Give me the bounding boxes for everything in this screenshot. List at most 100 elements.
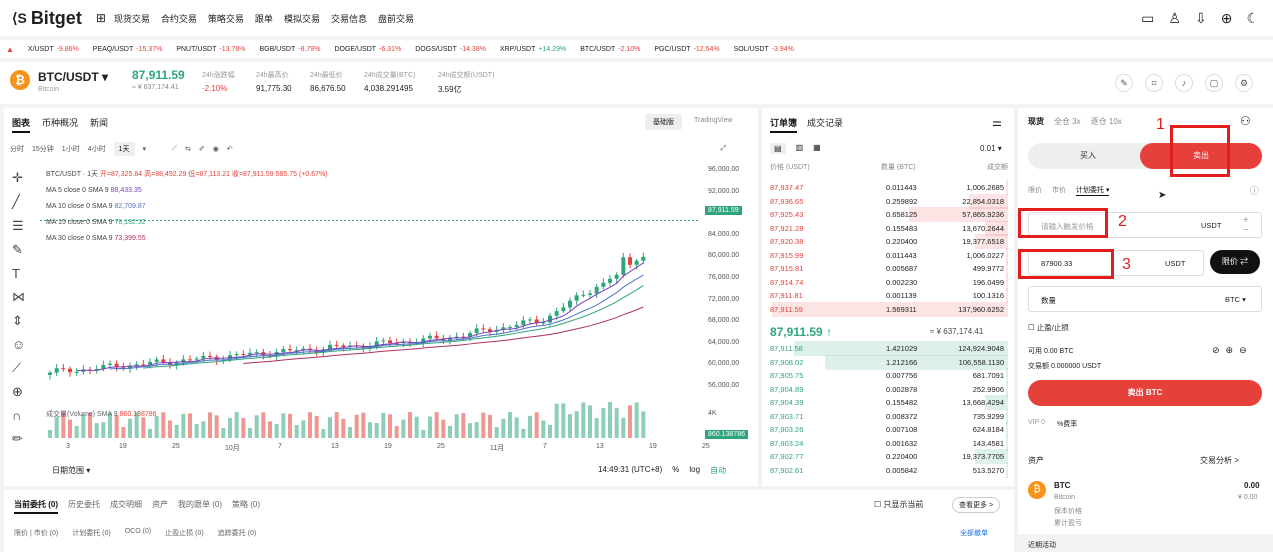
trendline-icon[interactable]: ╱: [12, 194, 25, 210]
ticker-item[interactable]: PNUT/USDT -13.78%: [176, 46, 245, 53]
bid-row[interactable]: 87,902.61 0.005842 513.5270: [768, 462, 1008, 478]
compare-icon[interactable]: ⇆: [185, 145, 191, 153]
ticker-item[interactable]: DOGS/USDT -14.38%: [415, 46, 486, 53]
wallet-icon[interactable]: ▭: [1141, 10, 1154, 27]
precision-select[interactable]: 0.01 ▾: [980, 144, 1002, 153]
log-toggle[interactable]: log: [689, 465, 700, 476]
tpsl-checkbox[interactable]: ☐ 止盈/止损: [1028, 322, 1069, 333]
zoom-icon[interactable]: ⊕: [12, 384, 25, 400]
screen-icon[interactable]: ▢: [1205, 74, 1223, 92]
sub-limit-market[interactable]: 限价 | 市价 (0): [14, 528, 58, 538]
tf-1d[interactable]: 1天: [113, 142, 135, 156]
ticker-item[interactable]: SOL/USDT -3.94%: [734, 46, 794, 53]
sub-trailing[interactable]: 追踪委托 (0): [218, 528, 257, 538]
download-icon[interactable]: ⇩: [1195, 10, 1207, 27]
ob-bids-icon[interactable]: ▥: [796, 143, 804, 154]
transfer-icon[interactable]: ⊘: [1212, 345, 1220, 356]
ticker-item[interactable]: XRP/USDT +14.29%: [500, 46, 566, 53]
nav-spot[interactable]: 现货交易: [114, 12, 150, 25]
globe-icon[interactable]: ⊕: [1221, 10, 1233, 27]
note-icon[interactable]: ✎: [1115, 74, 1133, 92]
ticker-item[interactable]: PGC/USDT -12.54%: [654, 46, 719, 53]
layout-icon[interactable]: ⌗: [1145, 74, 1163, 92]
limit-switch-button[interactable]: 限价 ⇄: [1210, 250, 1260, 274]
view-more-button[interactable]: 查看更多 >: [952, 497, 1001, 513]
nav-demo[interactable]: 模拟交易: [284, 12, 320, 25]
sub-tpsl[interactable]: 止盈止损 (0): [165, 528, 204, 538]
cancel-all-button[interactable]: 全部撤单: [960, 528, 988, 538]
tab-orderbook[interactable]: 订单簿: [770, 116, 798, 133]
fee-link[interactable]: %费率: [1057, 419, 1077, 429]
buy-tab[interactable]: 买入: [1028, 143, 1148, 169]
order-limit[interactable]: 限价: [1028, 185, 1042, 196]
pattern-icon[interactable]: ⋈: [12, 289, 25, 305]
tab-isolated[interactable]: 逐仓 10x: [1091, 116, 1122, 127]
nav-info[interactable]: 交易信息: [331, 12, 367, 25]
user-icon[interactable]: ♙: [1168, 10, 1181, 27]
order-plan[interactable]: 计划委托 ▾: [1076, 185, 1110, 196]
sub-plan[interactable]: 计划委托 (0): [72, 528, 111, 538]
tab-strategy[interactable]: 策略 (0): [232, 499, 260, 514]
quantity-field[interactable]: 数量 BTC ▾: [1028, 286, 1262, 312]
tab-copy[interactable]: 我的跟单 (0): [178, 499, 222, 514]
show-current-checkbox[interactable]: ☐ 只显示当前: [874, 499, 923, 510]
minus-icon[interactable]: −: [1243, 225, 1249, 236]
pair-selector[interactable]: BTC/USDT ▾: [38, 70, 108, 84]
calc-icon[interactable]: ⊖: [1239, 345, 1247, 356]
tab-coin-info[interactable]: 币种概况: [42, 116, 78, 133]
promo-link[interactable]: 近期活动: [1028, 540, 1056, 550]
tab-open-orders[interactable]: 当前委托 (0): [14, 499, 58, 514]
bell-icon[interactable]: ♪: [1175, 74, 1193, 92]
nav-strategy[interactable]: 策略交易: [208, 12, 244, 25]
ticker-item[interactable]: BGB/USDT -8.79%: [259, 46, 320, 53]
tab-news[interactable]: 新闻: [90, 116, 108, 133]
ticker-item[interactable]: X/USDT -9.86%: [28, 46, 79, 53]
sell-btc-button[interactable]: 卖出 BTC: [1028, 380, 1262, 406]
ob-both-icon[interactable]: ▤: [770, 143, 786, 154]
tab-assets[interactable]: 资产: [152, 499, 168, 514]
crosshair-icon[interactable]: ✛: [12, 170, 25, 186]
robot-icon[interactable]: ⚇: [1240, 114, 1251, 128]
ask-row[interactable]: 87,911.59 1.569311 137,960.6252: [768, 301, 1008, 317]
nav-futures[interactable]: 合约交易: [161, 12, 197, 25]
measure-icon[interactable]: ⇕: [12, 313, 25, 329]
fullscreen-icon[interactable]: ⤢: [721, 145, 727, 153]
date-range-button[interactable]: 日期范围 ▾: [52, 465, 90, 476]
theme-moon-icon[interactable]: ☾: [1246, 10, 1259, 27]
settings-icon[interactable]: ⚙: [1235, 74, 1253, 92]
tf-4h[interactable]: 4小时: [88, 144, 106, 154]
trade-analysis-link[interactable]: 交易分析 >: [1200, 455, 1239, 466]
tab-fills[interactable]: 成交明细: [110, 499, 142, 514]
tab-chart[interactable]: 图表: [12, 116, 31, 133]
tab-trades[interactable]: 成交记录: [807, 116, 843, 133]
magnet-icon[interactable]: ∩: [12, 408, 25, 423]
ticker-item[interactable]: DOGE/USDT -6.31%: [334, 46, 401, 53]
deposit-icon[interactable]: ⊕: [1226, 345, 1234, 356]
draw-icon[interactable]: ✐: [199, 145, 205, 153]
ticker-item[interactable]: BTC/USDT -2.10%: [580, 46, 640, 53]
orderbook-settings-icon[interactable]: ⚌: [992, 116, 1002, 129]
tab-cross[interactable]: 全仓 3x: [1054, 116, 1081, 127]
indicator-icon[interactable]: ⟋: [172, 145, 177, 153]
emoji-icon[interactable]: ☺: [12, 337, 25, 352]
view-basic[interactable]: 基础版: [645, 114, 682, 130]
tf-1h[interactable]: 1小时: [62, 144, 80, 154]
camera-icon[interactable]: ◉: [213, 145, 219, 153]
tf-15m[interactable]: 15分钟: [32, 144, 54, 154]
tf-line[interactable]: 分时: [10, 144, 24, 154]
percent-toggle[interactable]: %: [672, 465, 679, 476]
tf-dropdown-icon[interactable]: ▾: [143, 145, 147, 153]
tab-order-history[interactable]: 历史委托: [68, 499, 100, 514]
nav-copy[interactable]: 跟单: [255, 12, 273, 25]
tab-spot[interactable]: 现货: [1028, 116, 1044, 127]
brush-icon[interactable]: ✎: [12, 242, 25, 258]
auto-toggle[interactable]: 自动: [710, 465, 726, 476]
nav-premarket[interactable]: 盘前交易: [378, 12, 414, 25]
apps-grid-icon[interactable]: ⊞: [96, 11, 106, 25]
info-icon[interactable]: ⓘ: [1250, 184, 1259, 197]
undo-icon[interactable]: ↶: [227, 145, 233, 153]
bitget-logo[interactable]: ⟨S Bitget: [12, 8, 82, 29]
ruler-icon[interactable]: ⟋: [12, 360, 25, 376]
ob-asks-icon[interactable]: ▦: [813, 143, 821, 154]
view-tradingview[interactable]: TradingView: [686, 114, 741, 130]
